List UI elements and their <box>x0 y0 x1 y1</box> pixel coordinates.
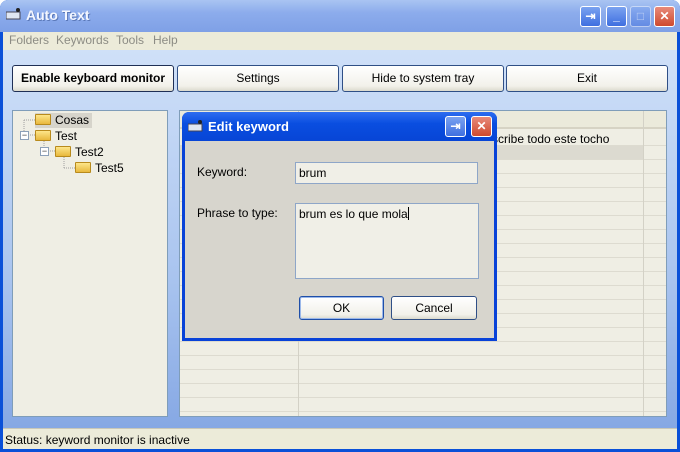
enable-monitor-button[interactable]: Enable keyboard monitor <box>12 65 174 92</box>
tray-button[interactable]: ⇥ <box>580 6 601 27</box>
collapse-icon[interactable]: − <box>20 131 29 140</box>
tree-node-label: Test5 <box>95 161 124 175</box>
phrase-label: Phrase to type: <box>197 206 278 220</box>
folder-tree[interactable]: Cosas − Test − Test2 Test5 <box>12 110 168 417</box>
settings-button[interactable]: Settings <box>177 65 339 92</box>
folder-icon <box>75 162 91 173</box>
ok-button[interactable]: OK <box>299 296 384 320</box>
folder-icon <box>55 146 71 157</box>
menu-help[interactable]: Help <box>153 33 178 47</box>
tree-node-label: Test <box>55 129 78 143</box>
collapse-icon[interactable]: − <box>40 147 49 156</box>
tree-node-test2[interactable]: Test2 <box>55 145 104 160</box>
window-title: Auto Text <box>26 7 90 23</box>
keyboard-icon <box>6 8 21 20</box>
dialog-title: Edit keyword <box>208 119 289 134</box>
menu-tools[interactable]: Tools <box>116 33 144 47</box>
dialog-close-button[interactable]: ✕ <box>471 116 492 137</box>
tree-node-test5[interactable]: Test5 <box>75 161 124 176</box>
phrase-text: brum es lo que mola <box>299 207 408 221</box>
folder-icon <box>35 114 51 125</box>
dialog-body: Keyword: brum Phrase to type: brum es lo… <box>185 141 494 338</box>
tree-node-test[interactable]: Test <box>35 129 77 144</box>
keyword-label: Keyword: <box>197 165 248 179</box>
cancel-button[interactable]: Cancel <box>391 296 477 320</box>
minimize-button[interactable]: _ <box>606 6 627 27</box>
menu-folders[interactable]: Folders <box>9 33 49 47</box>
grid-row-line <box>180 383 666 384</box>
hide-to-tray-button[interactable]: Hide to system tray <box>342 65 504 92</box>
folder-icon <box>35 130 51 141</box>
grid-row-line <box>180 397 666 398</box>
tree-node-cosas[interactable]: Cosas <box>35 113 93 128</box>
menu-keywords[interactable]: Keywords <box>56 33 109 47</box>
tree-node-label: Test2 <box>75 145 104 159</box>
grid-row-line <box>180 411 666 412</box>
phrase-textarea[interactable]: brum es lo que mola <box>295 203 479 279</box>
title-bar[interactable]: Auto Text ⇥ _ □ ✕ <box>0 0 680 32</box>
grid-row-line <box>180 355 666 356</box>
keyboard-icon <box>188 120 203 132</box>
close-button[interactable]: ✕ <box>654 6 675 27</box>
text-caret <box>407 207 409 220</box>
exit-button[interactable]: Exit <box>506 65 668 92</box>
dialog-title-bar[interactable]: Edit keyword ⇥ ✕ <box>182 112 497 141</box>
status-bar: Status: keyword monitor is inactive <box>3 428 677 449</box>
tree-node-label: Cosas <box>55 113 90 127</box>
grid-col-divider <box>643 111 644 416</box>
edit-keyword-dialog: Edit keyword ⇥ ✕ Keyword: brum Phrase to… <box>182 112 497 341</box>
grid-row-line <box>180 369 666 370</box>
maximize-button: □ <box>630 6 651 27</box>
menu-bar: Folders Keywords Tools Help <box>3 32 677 50</box>
keyword-input[interactable]: brum <box>295 162 478 184</box>
grid-cell-phrase[interactable]: scribe todo este tocho <box>492 132 609 146</box>
grid-row-line <box>180 341 666 342</box>
dialog-tray-button[interactable]: ⇥ <box>445 116 466 137</box>
